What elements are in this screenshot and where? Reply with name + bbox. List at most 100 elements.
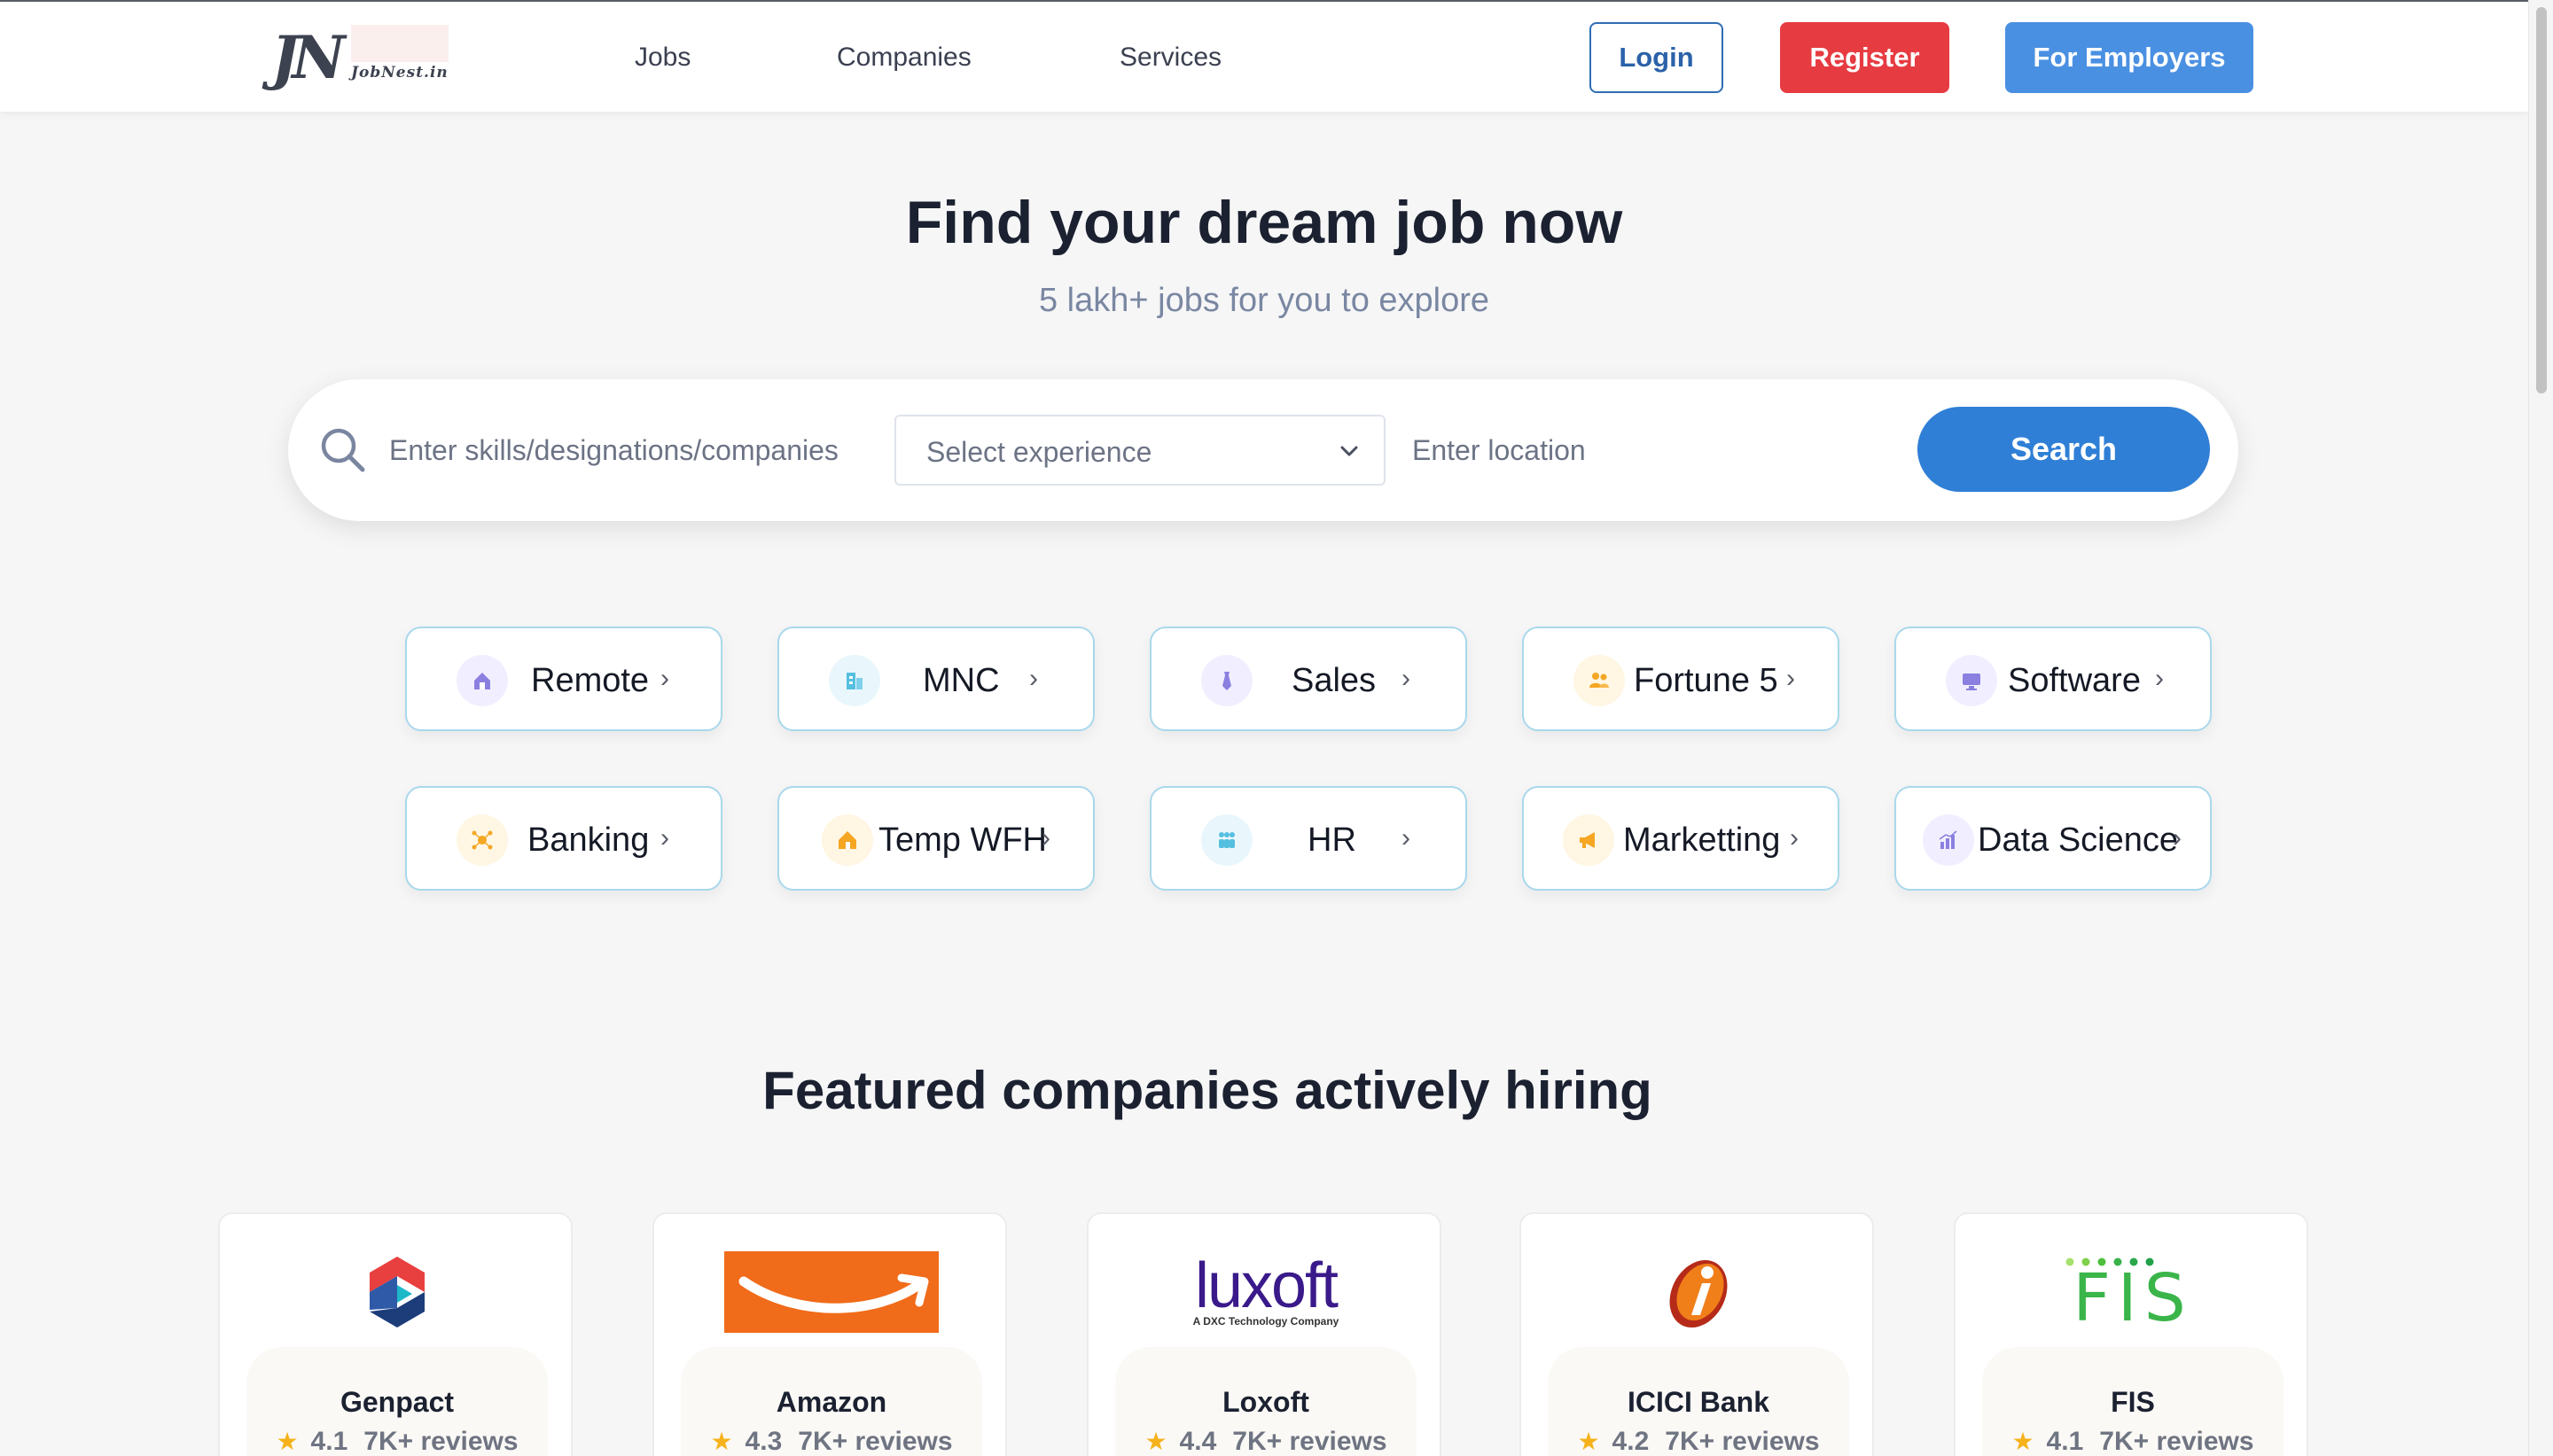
search-button[interactable]: Search [1917,407,2210,492]
star-icon: ★ [1577,1428,1600,1455]
search-icon [321,428,365,472]
home-icon [822,814,873,866]
job-search-bar: Select experience Search [288,379,2238,521]
people-icon [1573,655,1625,706]
experience-select[interactable]: Select experience [894,415,1386,486]
team-icon [1201,814,1253,866]
company-name: Loxoft [1222,1386,1309,1418]
icici-logo [1521,1248,1876,1336]
company-rating: 4.1 [310,1427,348,1456]
chevron-right-icon: › [1790,823,1799,853]
bar-chart-icon [1923,814,1974,866]
skills-search-input[interactable] [389,425,850,475]
category-label: Fortune 5 [1634,662,1778,699]
company-reviews-link[interactable]: 7K+ reviews [1665,1427,1819,1456]
star-icon: ★ [1144,1428,1167,1455]
company-card-loxoft[interactable]: luxoft A DXC Technology Company Loxoft ★… [1087,1212,1441,1456]
category-label: Remote [531,662,650,699]
company-card-genpact[interactable]: Genpact ★ 4.1 7K+ reviews [218,1212,573,1456]
company-rating-row: ★ 4.1 7K+ reviews [1982,1427,2284,1456]
top-navbar: JN JobNest.in Jobs Companies Services Lo… [0,0,2528,112]
category-chip-fortune-5[interactable]: Fortune 5 › [1522,627,1839,731]
category-label: Marketting [1623,821,1781,859]
category-label: Data Science [1978,821,2179,859]
company-card-amazon[interactable]: Amazon ★ 4.3 7K+ reviews [652,1212,1007,1456]
company-reviews-link[interactable]: 7K+ reviews [1232,1427,1386,1456]
chevron-right-icon: › [1042,823,1050,853]
monitor-icon [1946,655,1997,706]
star-icon: ★ [276,1428,299,1455]
chevron-right-icon: › [2155,664,2164,693]
category-chip-hr[interactable]: HR › [1150,786,1467,891]
nav-services-link[interactable]: Services [1120,43,1222,73]
for-employers-button[interactable]: For Employers [2005,22,2253,93]
chevron-right-icon: › [1401,823,1410,853]
company-rating: 4.1 [2046,1427,2084,1456]
company-rating: 4.4 [1179,1427,1217,1456]
company-rating-row: ★ 4.1 7K+ reviews [246,1427,548,1456]
category-chip-sales[interactable]: Sales › [1150,627,1467,731]
company-rating-row: ★ 4.3 7K+ reviews [681,1427,982,1456]
company-card-icici-bank[interactable]: ICICI Bank ★ 4.2 7K+ reviews [1519,1212,1874,1456]
category-label: Banking [527,821,650,859]
hero-title: Find your dream job now [905,189,1623,256]
register-button[interactable]: Register [1780,22,1949,93]
company-reviews-link[interactable]: 7K+ reviews [363,1427,518,1456]
tie-icon [1201,655,1253,706]
company-name: Amazon [776,1386,887,1418]
company-card-fis[interactable]: FIS FIS ★ 4.1 7K+ reviews [1954,1212,2308,1456]
company-rating-row: ★ 4.4 7K+ reviews [1115,1427,1417,1456]
luxoft-tagline: A DXC Technology Company [1192,1315,1339,1328]
nav-jobs-link[interactable]: Jobs [635,43,691,73]
category-chip-remote[interactable]: Remote › [405,627,722,731]
category-label: Temp WFH [878,821,1047,859]
company-rating: 4.3 [745,1427,783,1456]
logo-swash [351,25,449,62]
nav-companies-link[interactable]: Companies [837,43,972,73]
category-label: MNC [923,662,1000,699]
company-rating-row: ★ 4.2 7K+ reviews [1548,1427,1849,1456]
chevron-right-icon: › [660,823,669,853]
category-chip-marketting[interactable]: Marketting › [1522,786,1839,891]
luxoft-wordmark: luxoft [1194,1250,1339,1321]
company-rating: 4.2 [1612,1427,1650,1456]
company-reviews-link[interactable]: 7K+ reviews [2099,1427,2253,1456]
amazon-logo [654,1248,1009,1336]
luxoft-logo: luxoft A DXC Technology Company [1089,1248,1443,1336]
star-icon: ★ [710,1428,733,1455]
chevron-right-icon: › [1401,664,1410,693]
category-chip-data-science[interactable]: Data Science › [1894,786,2212,891]
logo-mark: JN [271,23,346,92]
category-chip-mnc[interactable]: MNC › [777,627,1095,731]
star-icon: ★ [2011,1428,2034,1455]
category-chip-temp-wfh[interactable]: Temp WFH › [777,786,1095,891]
experience-select-label: Select experience [926,436,1152,468]
category-chip-banking[interactable]: Banking › [405,786,722,891]
login-button[interactable]: Login [1589,22,1723,93]
chevron-down-icon [1340,446,1358,456]
featured-companies-heading: Featured companies actively hiring [762,1061,1652,1120]
company-info: Amazon ★ 4.3 7K+ reviews [681,1347,982,1456]
category-label: Sales [1292,662,1377,699]
company-reviews-link[interactable]: 7K+ reviews [798,1427,952,1456]
category-label: HR [1308,821,1356,859]
jobnest-logo[interactable]: JN JobNest.in [271,21,450,94]
logo-subtext: JobNest.in [351,64,449,82]
company-name: ICICI Bank [1627,1386,1770,1418]
genpact-logo [220,1248,574,1336]
network-icon [457,814,508,866]
megaphone-icon [1563,814,1614,866]
chevron-right-icon: › [2173,823,2182,853]
vertical-scrollbar[interactable] [2528,0,2553,1456]
hero-subtitle: 5 lakh+ jobs for you to explore [1038,282,1490,319]
category-label: Software [2008,662,2141,699]
category-chip-software[interactable]: Software › [1894,627,2212,731]
company-info: FIS ★ 4.1 7K+ reviews [1982,1347,2284,1456]
company-name: Genpact [340,1386,455,1418]
fis-wordmark: FIS [2073,1260,2193,1336]
scrollbar-thumb[interactable] [2536,7,2547,393]
company-info: ICICI Bank ★ 4.2 7K+ reviews [1548,1347,1849,1456]
page: JN JobNest.in Jobs Companies Services Lo… [0,0,2553,1456]
house-icon [457,655,508,706]
location-input[interactable] [1412,425,1873,475]
